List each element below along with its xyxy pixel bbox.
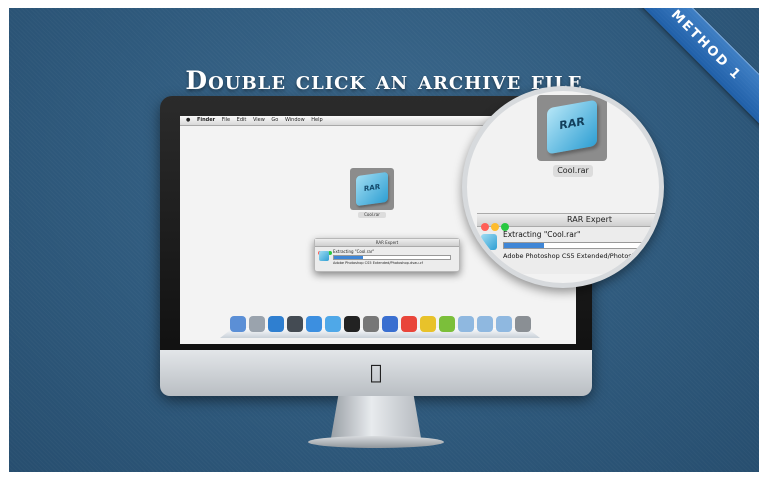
dialog-title: RAR Expert bbox=[315, 239, 459, 247]
dock-app-icon-3[interactable] bbox=[287, 316, 303, 332]
zoomed-rar-file-icon[interactable]: RAR bbox=[537, 95, 607, 161]
extract-status: Extracting "Cool.rar" bbox=[333, 249, 375, 254]
menu-app-finder[interactable]: Finder bbox=[197, 117, 215, 123]
zoomed-rar-book-icon: RAR bbox=[547, 99, 597, 155]
rar-expert-app-icon bbox=[319, 251, 329, 261]
zoomed-extract-dialog: RAR Expert Extracting "Cool.rar" Adobe P… bbox=[477, 213, 664, 274]
dock-app-icon-9[interactable] bbox=[401, 316, 417, 332]
file-label[interactable]: Cool.rar bbox=[358, 212, 386, 218]
dock bbox=[220, 316, 540, 338]
headline: Double click an archive file bbox=[185, 66, 583, 95]
dock-app-icon-14[interactable] bbox=[496, 316, 512, 332]
progress-bar bbox=[333, 255, 451, 260]
dock-app-icon-15[interactable] bbox=[515, 316, 531, 332]
menu-window[interactable]: Window bbox=[285, 117, 305, 123]
dock-app-icon-11[interactable] bbox=[439, 316, 455, 332]
magnifier-callout: RAR Cool.rar RAR Expert Extracting "Cool… bbox=[462, 86, 664, 288]
dock-icons bbox=[230, 316, 540, 336]
dock-app-icon-6[interactable] bbox=[344, 316, 360, 332]
zoomed-extract-path: Adobe Photoshop CS5 Extended/Photoshop.d… bbox=[503, 252, 664, 260]
rar-file-icon[interactable]: RAR bbox=[350, 168, 394, 210]
monitor-foot bbox=[308, 436, 444, 448]
zoomed-close-button[interactable] bbox=[481, 223, 489, 231]
zoomed-progress-bar bbox=[503, 242, 659, 249]
zoomed-extract-status: Extracting "Cool.rar" bbox=[503, 230, 581, 239]
menu-edit[interactable]: Edit bbox=[237, 117, 247, 123]
dock-app-icon-8[interactable] bbox=[382, 316, 398, 332]
dock-app-icon-12[interactable] bbox=[458, 316, 474, 332]
dock-app-icon-13[interactable] bbox=[477, 316, 493, 332]
apple-logo-icon:  bbox=[366, 360, 386, 384]
zoomed-app-icon bbox=[481, 234, 497, 250]
progress-fill bbox=[334, 256, 363, 259]
monitor-stand bbox=[331, 396, 421, 438]
apple-menu-icon[interactable]: ● bbox=[186, 117, 190, 123]
extract-path: Adobe Photoshop CS5 Extended/Photoshop.d… bbox=[333, 261, 423, 265]
menu-view[interactable]: View bbox=[253, 117, 265, 123]
extract-dialog: RAR Expert Extracting "Cool.rar" Adobe P… bbox=[314, 238, 460, 272]
zoomed-minimize-button[interactable] bbox=[491, 223, 499, 231]
menu-go[interactable]: Go bbox=[271, 117, 278, 123]
menu-file[interactable]: File bbox=[222, 117, 230, 123]
dock-app-icon-0[interactable] bbox=[230, 316, 246, 332]
rar-book-icon: RAR bbox=[356, 171, 388, 207]
dock-app-icon-5[interactable] bbox=[325, 316, 341, 332]
zoomed-progress-fill bbox=[504, 243, 544, 248]
dock-app-icon-4[interactable] bbox=[306, 316, 322, 332]
dock-app-icon-7[interactable] bbox=[363, 316, 379, 332]
dock-app-icon-1[interactable] bbox=[249, 316, 265, 332]
zoomed-file-label[interactable]: Cool.rar bbox=[553, 165, 593, 177]
dock-app-icon-2[interactable] bbox=[268, 316, 284, 332]
menu-help[interactable]: Help bbox=[311, 117, 322, 123]
dock-app-icon-10[interactable] bbox=[420, 316, 436, 332]
